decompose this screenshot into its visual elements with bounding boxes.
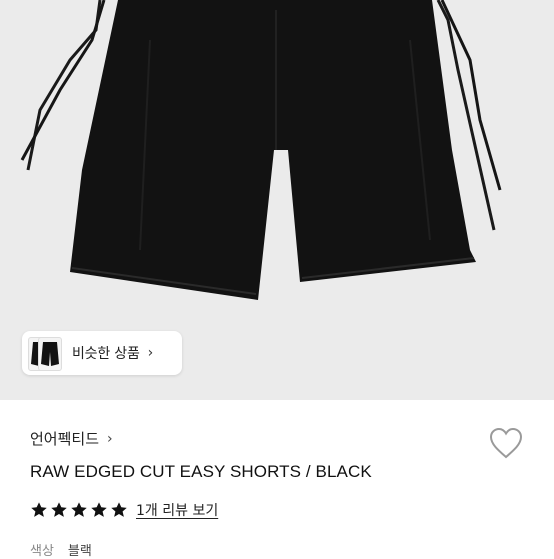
chevron-right-icon: › — [107, 430, 113, 447]
star-icon — [71, 502, 87, 517]
product-title: RAW EDGED CUT EASY SHORTS / BLACK — [30, 462, 372, 481]
color-value: 블랙 — [67, 544, 92, 559]
star-icon — [91, 502, 107, 517]
similar-products-label: 비슷한 상품 — [72, 346, 140, 362]
heart-icon[interactable] — [488, 426, 524, 460]
rating-row: 1개 리뷰 보기 — [30, 500, 218, 520]
product-info: 언어펙티드 › RAW EDGED CUT EASY SHORTS / BLAC… — [0, 400, 554, 559]
color-label: 색상 — [30, 544, 54, 559]
color-option: 색상 블랙 — [30, 540, 92, 559]
product-image[interactable]: 비슷한 상품 › — [0, 0, 554, 400]
similar-products-button[interactable]: 비슷한 상품 › — [22, 331, 182, 375]
star-icon — [31, 502, 47, 517]
star-icon — [51, 502, 67, 517]
similar-thumbnail — [38, 337, 62, 371]
brand-link[interactable]: 언어펙티드 › — [30, 428, 113, 449]
review-link[interactable]: 1개 리뷰 보기 — [136, 500, 218, 520]
star-rating — [30, 501, 128, 519]
star-icon — [111, 502, 127, 517]
brand-name: 언어펙티드 — [30, 430, 100, 448]
chevron-right-icon: › — [147, 345, 154, 361]
similar-thumbnails — [28, 331, 68, 375]
